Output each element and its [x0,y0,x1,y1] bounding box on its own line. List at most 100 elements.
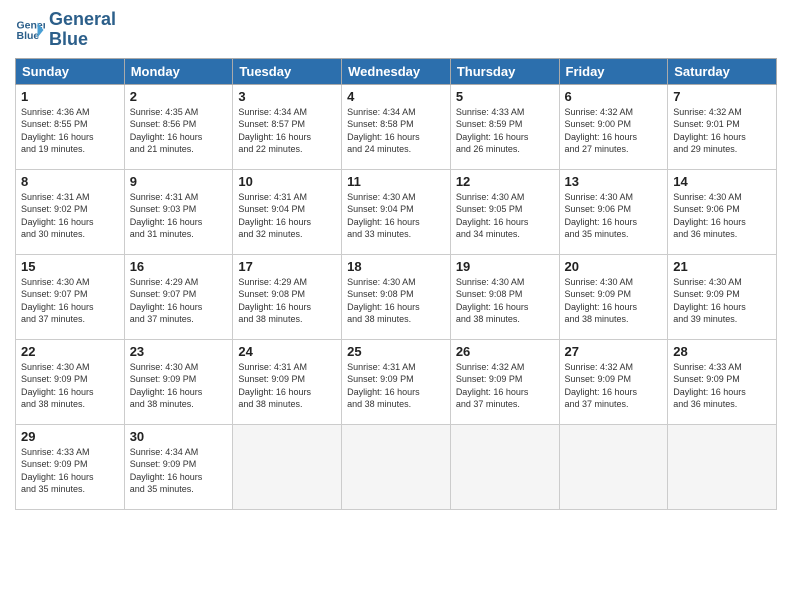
calendar-cell: 17 Sunrise: 4:29 AM Sunset: 9:08 PM Dayli… [233,254,342,339]
day-number: 20 [565,259,663,274]
day-number: 23 [130,344,228,359]
day-info: Sunrise: 4:30 AM Sunset: 9:06 PM Dayligh… [565,191,663,241]
calendar-cell: 27 Sunrise: 4:32 AM Sunset: 9:09 PM Dayli… [559,339,668,424]
weekday-header: Sunday [16,58,125,84]
calendar-cell: 11 Sunrise: 4:30 AM Sunset: 9:04 PM Dayli… [342,169,451,254]
day-info: Sunrise: 4:29 AM Sunset: 9:07 PM Dayligh… [130,276,228,326]
calendar-cell [559,424,668,509]
calendar-cell: 30Sunrise: 4:34 AM Sunset: 9:09 PM Dayli… [124,424,233,509]
svg-text:Blue: Blue [17,30,40,42]
day-number: 29 [21,429,119,444]
day-number: 10 [238,174,336,189]
day-info: Sunrise: 4:30 AM Sunset: 9:09 PM Dayligh… [673,276,771,326]
calendar-cell: 7Sunrise: 4:32 AM Sunset: 9:01 PM Daylig… [668,84,777,169]
weekday-header: Friday [559,58,668,84]
calendar-cell: 9Sunrise: 4:31 AM Sunset: 9:03 PM Daylig… [124,169,233,254]
day-number: 9 [130,174,228,189]
day-number: 7 [673,89,771,104]
day-info: Sunrise: 4:29 AM Sunset: 9:08 PM Dayligh… [238,276,336,326]
calendar-row: 29 Sunrise: 4:33 AM Sunset: 9:09 PM Dayli… [16,424,777,509]
day-info: Sunrise: 4:30 AM Sunset: 9:08 PM Dayligh… [456,276,554,326]
day-info: Sunrise: 4:31 AM Sunset: 9:09 PM Dayligh… [238,361,336,411]
day-number: 25 [347,344,445,359]
calendar-cell: 3Sunrise: 4:34 AM Sunset: 8:57 PM Daylig… [233,84,342,169]
day-number: 4 [347,89,445,104]
calendar-cell: 15 Sunrise: 4:30 AM Sunset: 9:07 PM Dayli… [16,254,125,339]
day-info: Sunrise: 4:30 AM Sunset: 9:06 PM Dayligh… [673,191,771,241]
calendar-cell: 6 Sunrise: 4:32 AM Sunset: 9:00 PM Daylig… [559,84,668,169]
day-number: 16 [130,259,228,274]
day-number: 17 [238,259,336,274]
calendar-row: 1Sunrise: 4:36 AM Sunset: 8:55 PM Daylig… [16,84,777,169]
calendar-cell: 19 Sunrise: 4:30 AM Sunset: 9:08 PM Dayli… [450,254,559,339]
calendar-cell: 29 Sunrise: 4:33 AM Sunset: 9:09 PM Dayli… [16,424,125,509]
day-info: Sunrise: 4:30 AM Sunset: 9:04 PM Dayligh… [347,191,445,241]
day-number: 13 [565,174,663,189]
calendar-cell: 23 Sunrise: 4:30 AM Sunset: 9:09 PM Dayli… [124,339,233,424]
day-info: Sunrise: 4:30 AM Sunset: 9:07 PM Dayligh… [21,276,119,326]
logo: General Blue General Blue [15,10,116,50]
calendar-cell: 1Sunrise: 4:36 AM Sunset: 8:55 PM Daylig… [16,84,125,169]
day-number: 18 [347,259,445,274]
day-info: Sunrise: 4:31 AM Sunset: 9:04 PM Dayligh… [238,191,336,241]
calendar-cell: 2 Sunrise: 4:35 AM Sunset: 8:56 PM Daylig… [124,84,233,169]
day-number: 22 [21,344,119,359]
calendar-cell [668,424,777,509]
day-number: 26 [456,344,554,359]
day-info: Sunrise: 4:30 AM Sunset: 9:09 PM Dayligh… [21,361,119,411]
day-number: 8 [21,174,119,189]
day-number: 14 [673,174,771,189]
day-number: 5 [456,89,554,104]
calendar: SundayMondayTuesdayWednesdayThursdayFrid… [15,58,777,510]
calendar-cell: 24 Sunrise: 4:31 AM Sunset: 9:09 PM Dayli… [233,339,342,424]
day-info: Sunrise: 4:34 AM Sunset: 8:58 PM Dayligh… [347,106,445,156]
weekday-header: Monday [124,58,233,84]
weekday-header: Wednesday [342,58,451,84]
calendar-cell: 25Sunrise: 4:31 AM Sunset: 9:09 PM Dayli… [342,339,451,424]
day-info: Sunrise: 4:33 AM Sunset: 9:09 PM Dayligh… [21,446,119,496]
calendar-cell: 28 Sunrise: 4:33 AM Sunset: 9:09 PM Dayli… [668,339,777,424]
day-number: 19 [456,259,554,274]
weekday-header: Tuesday [233,58,342,84]
calendar-cell: 12Sunrise: 4:30 AM Sunset: 9:05 PM Dayli… [450,169,559,254]
day-info: Sunrise: 4:33 AM Sunset: 8:59 PM Dayligh… [456,106,554,156]
day-number: 6 [565,89,663,104]
day-info: Sunrise: 4:35 AM Sunset: 8:56 PM Dayligh… [130,106,228,156]
day-info: Sunrise: 4:33 AM Sunset: 9:09 PM Dayligh… [673,361,771,411]
day-info: Sunrise: 4:32 AM Sunset: 9:09 PM Dayligh… [456,361,554,411]
day-info: Sunrise: 4:32 AM Sunset: 9:00 PM Dayligh… [565,106,663,156]
calendar-cell: 16 Sunrise: 4:29 AM Sunset: 9:07 PM Dayli… [124,254,233,339]
calendar-cell: 8 Sunrise: 4:31 AM Sunset: 9:02 PM Daylig… [16,169,125,254]
calendar-cell: 4 Sunrise: 4:34 AM Sunset: 8:58 PM Daylig… [342,84,451,169]
day-number: 28 [673,344,771,359]
day-number: 27 [565,344,663,359]
day-info: Sunrise: 4:32 AM Sunset: 9:09 PM Dayligh… [565,361,663,411]
day-number: 3 [238,89,336,104]
logo-line2: Blue [49,29,88,49]
calendar-cell: 14 Sunrise: 4:30 AM Sunset: 9:06 PM Dayli… [668,169,777,254]
day-number: 15 [21,259,119,274]
day-number: 21 [673,259,771,274]
logo-text: General Blue [49,10,116,50]
day-number: 30 [130,429,228,444]
calendar-cell: 22 Sunrise: 4:30 AM Sunset: 9:09 PM Dayli… [16,339,125,424]
calendar-cell: 21 Sunrise: 4:30 AM Sunset: 9:09 PM Dayli… [668,254,777,339]
day-info: Sunrise: 4:31 AM Sunset: 9:02 PM Dayligh… [21,191,119,241]
day-number: 11 [347,174,445,189]
calendar-cell: 10 Sunrise: 4:31 AM Sunset: 9:04 PM Dayli… [233,169,342,254]
calendar-header-row: SundayMondayTuesdayWednesdayThursdayFrid… [16,58,777,84]
day-number: 24 [238,344,336,359]
page: General Blue General Blue SundayMondayTu… [0,0,792,612]
day-info: Sunrise: 4:36 AM Sunset: 8:55 PM Dayligh… [21,106,119,156]
calendar-row: 22 Sunrise: 4:30 AM Sunset: 9:09 PM Dayli… [16,339,777,424]
calendar-cell: 13 Sunrise: 4:30 AM Sunset: 9:06 PM Dayli… [559,169,668,254]
calendar-cell [450,424,559,509]
calendar-cell: 20 Sunrise: 4:30 AM Sunset: 9:09 PM Dayli… [559,254,668,339]
calendar-cell: 18 Sunrise: 4:30 AM Sunset: 9:08 PM Dayli… [342,254,451,339]
day-info: Sunrise: 4:30 AM Sunset: 9:09 PM Dayligh… [130,361,228,411]
day-number: 2 [130,89,228,104]
day-info: Sunrise: 4:30 AM Sunset: 9:08 PM Dayligh… [347,276,445,326]
calendar-cell [342,424,451,509]
weekday-header: Thursday [450,58,559,84]
day-info: Sunrise: 4:30 AM Sunset: 9:09 PM Dayligh… [565,276,663,326]
